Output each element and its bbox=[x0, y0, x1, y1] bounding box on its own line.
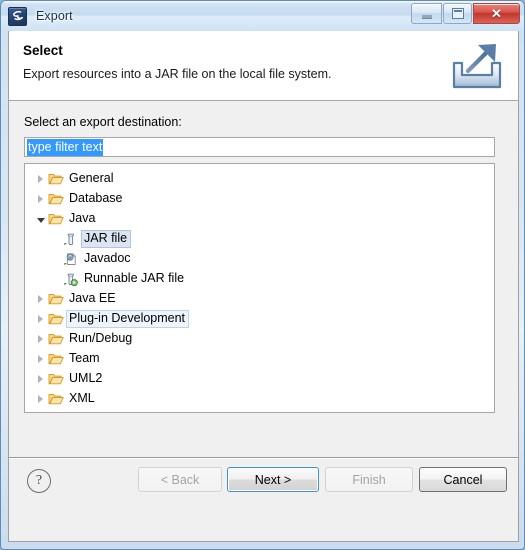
destination-label: Select an export destination: bbox=[24, 115, 182, 129]
tree-item-label: XML bbox=[69, 391, 95, 405]
finish-button[interactable]: Finish bbox=[325, 467, 413, 492]
maximize-icon bbox=[451, 8, 464, 19]
chevron-right-icon[interactable] bbox=[33, 369, 48, 389]
runnable-jar-icon bbox=[63, 271, 81, 287]
tree-item-label: UML2 bbox=[69, 371, 103, 385]
chevron-right-icon[interactable] bbox=[33, 189, 48, 209]
eclipse-icon bbox=[8, 6, 27, 26]
svg-text:@: @ bbox=[68, 255, 73, 261]
next-button[interactable]: Next > bbox=[227, 467, 319, 492]
help-button[interactable]: ? bbox=[27, 469, 51, 493]
tree-rows: General Database Java JAR file @ Javadoc Runna… bbox=[25, 164, 494, 409]
chevron-right-icon[interactable] bbox=[33, 329, 48, 349]
folder-icon bbox=[48, 211, 66, 227]
wizard-banner: Select Export resources into a JAR file … bbox=[9, 31, 518, 101]
chevron-down-icon[interactable] bbox=[33, 209, 48, 229]
chevron-right-icon[interactable] bbox=[33, 349, 48, 369]
dialog-client-area: Select Export resources into a JAR file … bbox=[8, 31, 519, 542]
folder-icon bbox=[48, 351, 66, 367]
tree-item[interactable]: Java bbox=[25, 209, 494, 229]
folder-icon bbox=[48, 371, 66, 387]
tree-item-label: Javadoc bbox=[84, 251, 131, 265]
tree-item[interactable]: Database bbox=[25, 189, 494, 209]
window-title: Export bbox=[36, 9, 73, 23]
folder-icon bbox=[48, 311, 66, 327]
cancel-button[interactable]: Cancel bbox=[419, 467, 507, 492]
minimize-button[interactable] bbox=[411, 3, 442, 24]
tree-item-label: Team bbox=[69, 351, 100, 365]
page-description: Export resources into a JAR file on the … bbox=[23, 67, 332, 81]
tree-item[interactable]: Java EE bbox=[25, 289, 494, 309]
chevron-right-icon[interactable] bbox=[33, 289, 48, 309]
filter-input-value: type filter text bbox=[27, 138, 104, 156]
folder-icon bbox=[48, 171, 66, 187]
export-destination-tree[interactable]: General Database Java JAR file @ Javadoc Runna… bbox=[24, 163, 495, 413]
tree-item[interactable]: JAR file bbox=[25, 229, 494, 249]
tree-item-label: General bbox=[69, 171, 114, 185]
jar-file-icon bbox=[63, 231, 81, 247]
tree-item-label: JAR file bbox=[81, 230, 132, 248]
tree-item-label: Runnable JAR file bbox=[84, 271, 185, 285]
tree-item-label: Java EE bbox=[69, 291, 116, 305]
tree-item[interactable]: Run/Debug bbox=[25, 329, 494, 349]
tree-item-label: Plug-in Development bbox=[66, 310, 190, 328]
minimize-icon bbox=[421, 14, 432, 19]
folder-icon bbox=[48, 191, 66, 207]
tree-item[interactable]: Plug-in Development bbox=[25, 309, 494, 329]
button-bar: ? < Back Next > Finish Cancel bbox=[9, 459, 518, 539]
tree-item[interactable]: @ Javadoc bbox=[25, 249, 494, 269]
caption-buttons: ✕ bbox=[410, 3, 520, 24]
tree-item-label: Database bbox=[69, 191, 123, 205]
export-dialog-window: Export ✕ Select Export resources into a … bbox=[0, 0, 525, 550]
folder-icon bbox=[48, 331, 66, 347]
tree-item[interactable]: XML bbox=[25, 389, 494, 409]
folder-icon bbox=[48, 391, 66, 407]
chevron-right-icon[interactable] bbox=[33, 389, 48, 409]
filter-input[interactable]: type filter text bbox=[24, 137, 495, 157]
tree-item-label: Run/Debug bbox=[69, 331, 133, 345]
dialog-body: Select an export destination: type filte… bbox=[9, 101, 518, 541]
tree-item-label: Java bbox=[69, 211, 96, 225]
tree-item[interactable]: UML2 bbox=[25, 369, 494, 389]
close-icon: ✕ bbox=[491, 6, 502, 21]
chevron-right-icon[interactable] bbox=[33, 169, 48, 189]
maximize-button[interactable] bbox=[443, 3, 472, 24]
tree-item[interactable]: Runnable JAR file bbox=[25, 269, 494, 289]
back-button[interactable]: < Back bbox=[138, 467, 222, 492]
close-button[interactable]: ✕ bbox=[473, 3, 520, 24]
chevron-right-icon[interactable] bbox=[33, 309, 48, 329]
tree-item[interactable]: Team bbox=[25, 349, 494, 369]
javadoc-icon: @ bbox=[63, 251, 81, 267]
folder-icon bbox=[48, 291, 66, 307]
tree-item[interactable]: General bbox=[25, 169, 494, 189]
page-title: Select bbox=[23, 43, 63, 58]
export-wizard-icon bbox=[446, 37, 508, 95]
